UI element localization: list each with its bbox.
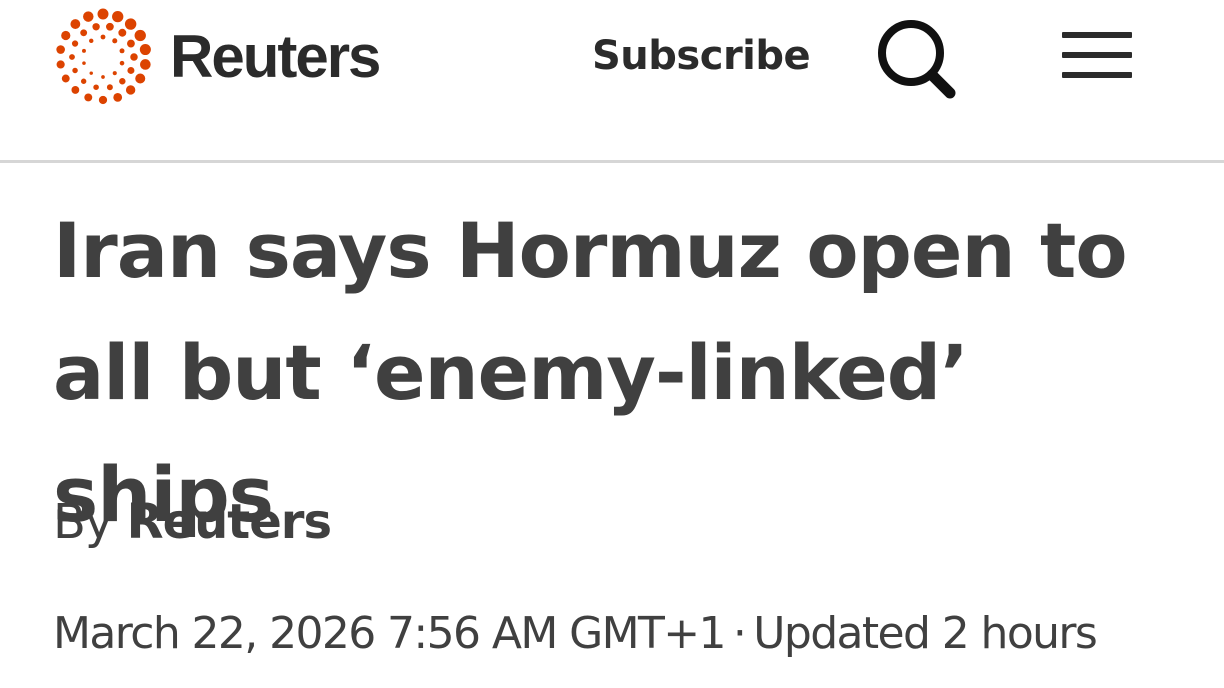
logo-dot [134, 29, 146, 42]
logo-dot [140, 59, 151, 70]
logo-dot [72, 67, 78, 74]
logo-dot [70, 19, 81, 29]
reuters-logo-link[interactable]: Reuters [50, 4, 381, 110]
logo-dot [89, 38, 94, 44]
logo-dot [139, 44, 151, 56]
search-icon [878, 20, 956, 99]
logo-dot [125, 85, 136, 95]
reuters-logo-icon [56, 8, 151, 105]
logo-dot [83, 11, 94, 22]
updated-time: Updated 2 hours [753, 608, 1098, 659]
logo-dot [119, 60, 125, 66]
logo-dot [106, 22, 114, 31]
logo-dot [119, 48, 125, 54]
byline-prefix: By [53, 494, 113, 550]
logo-dot [56, 60, 65, 69]
brand-name: Reuters [170, 23, 381, 90]
logo-dot [113, 93, 123, 102]
logo-dot [130, 53, 138, 61]
logo-dot [80, 29, 88, 37]
article-timestamps: March 22, 2026 7:56 AM GMT+1 · Updated 2 h… [53, 604, 1098, 664]
timestamp-separator: · [732, 608, 747, 659]
byline: By Reuters [53, 490, 332, 554]
subscribe-button[interactable]: Subscribe [592, 28, 811, 84]
logo-dot [118, 28, 127, 37]
logo-dot [89, 71, 93, 75]
hamburger-menu-icon [1062, 32, 1132, 78]
logo-dot [112, 71, 117, 76]
logo-dot [100, 34, 106, 40]
logo-dot [69, 54, 75, 60]
logo-dot [61, 74, 70, 83]
menu-button[interactable] [1058, 26, 1136, 84]
logo-dot [61, 30, 71, 41]
logo-dot [98, 95, 108, 105]
logo-dot [84, 93, 93, 102]
search-button[interactable] [874, 14, 960, 100]
article-page: Reuters Subscribe Iran says Hormuz open … [0, 0, 1224, 688]
logo-dot [80, 78, 87, 84]
logo-dot [92, 23, 100, 31]
logo-dot [82, 48, 86, 53]
logo-dot [124, 18, 137, 30]
logo-dot [71, 86, 80, 94]
logo-dot [101, 75, 105, 79]
logo-dot [97, 8, 109, 20]
logo-dot [82, 61, 86, 65]
logo-dot [135, 73, 146, 84]
published-date: March 22, 2026 7:56 AM GMT+1 [53, 608, 726, 659]
logo-dot [93, 84, 99, 90]
logo-dot [56, 45, 65, 54]
logo-dot [71, 40, 79, 47]
logo-dot [106, 84, 113, 91]
logo-dot [119, 78, 126, 85]
logo-dot [127, 66, 135, 74]
site-header: Reuters Subscribe [0, 0, 1224, 163]
logo-dot [112, 10, 124, 23]
logo-dot [112, 38, 118, 44]
byline-author-link[interactable]: Reuters [127, 494, 332, 550]
logo-dot [127, 39, 135, 48]
